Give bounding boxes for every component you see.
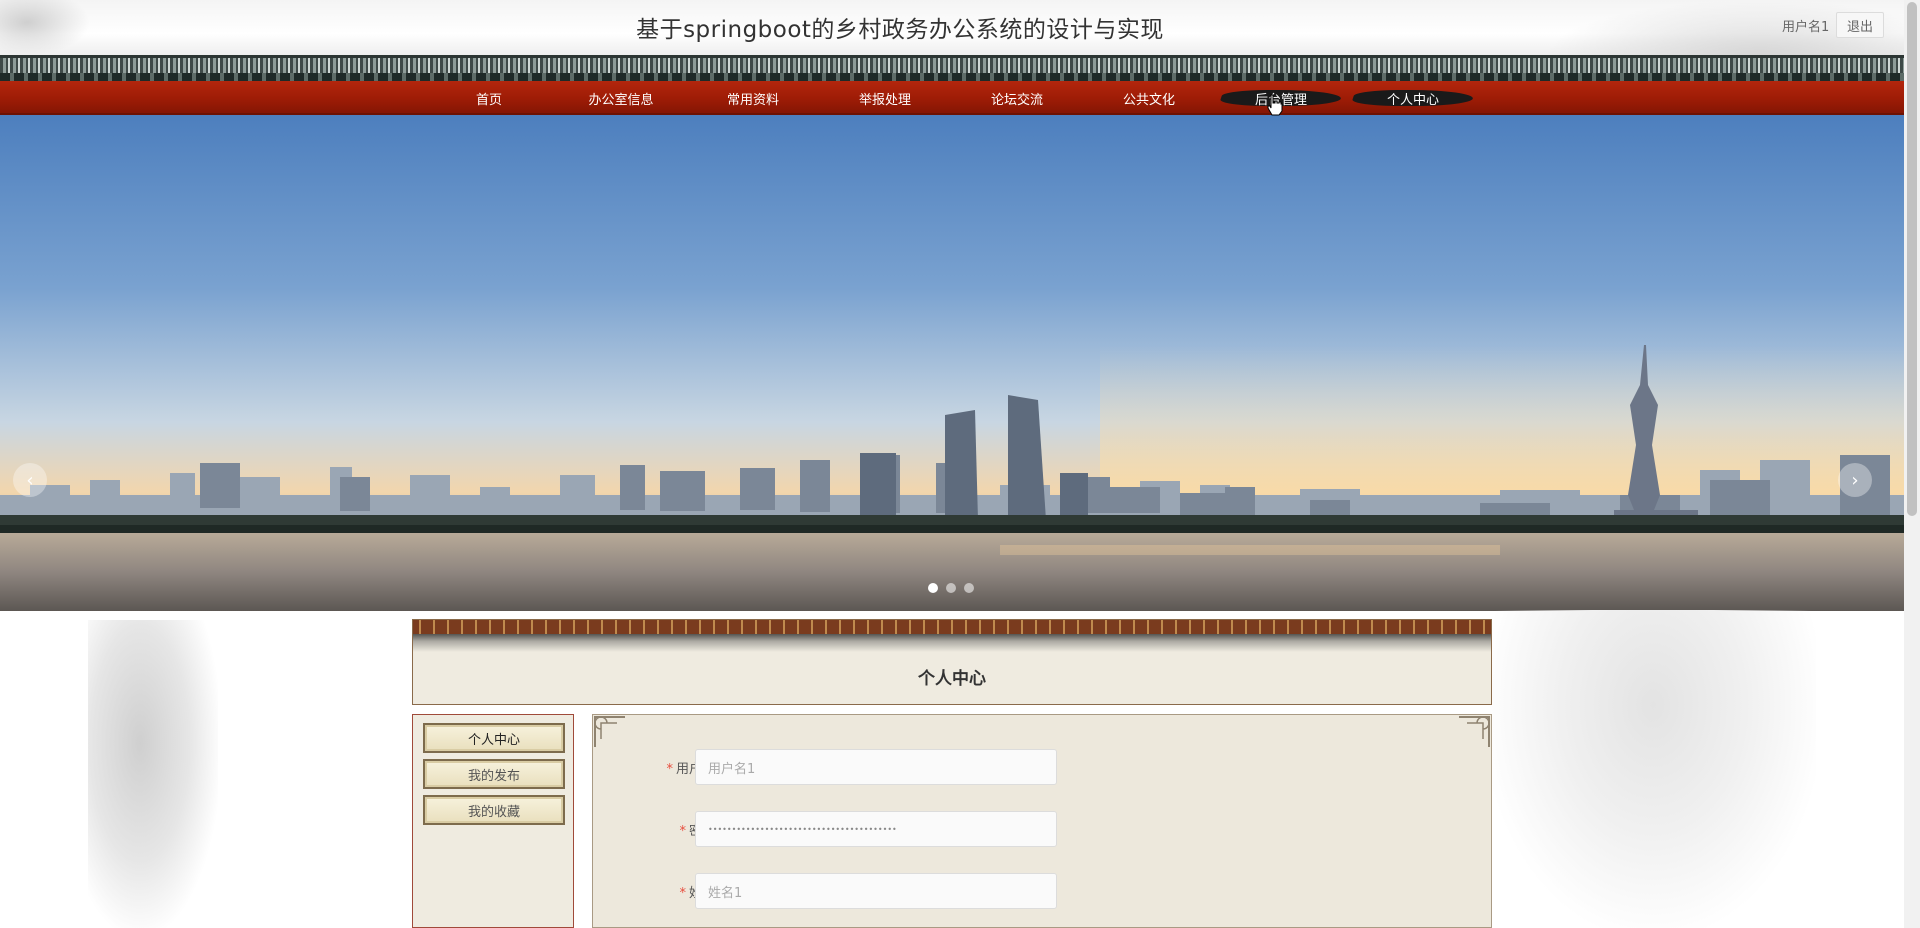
top-header: 基于springboot的乡村政务办公系统的设计与实现 用户名1 退出 bbox=[0, 0, 1904, 56]
personal-center-sidebar: 个人中心 我的发布 我的收藏 bbox=[412, 714, 574, 928]
nav-item-label: 论坛交流 bbox=[990, 92, 1043, 108]
city-skyline-image bbox=[0, 345, 1904, 611]
sidebar-item-personal-center[interactable]: 个人中心 bbox=[423, 723, 565, 753]
roof-tile-border bbox=[0, 55, 1904, 81]
ornamental-border bbox=[413, 620, 1491, 634]
username-row: *用户名 用户名1 bbox=[593, 749, 1093, 785]
carousel-next-button[interactable]: › bbox=[1838, 463, 1872, 497]
hero-carousel: ‹ › bbox=[0, 115, 1904, 611]
corner-ornament-icon bbox=[594, 716, 625, 747]
username-input[interactable]: 用户名1 bbox=[695, 749, 1057, 785]
nav-item-label: 举报处理 bbox=[858, 92, 911, 108]
ink-drip-decoration bbox=[413, 634, 1491, 652]
password-input[interactable]: •••••••••••••••••••••••••••••••••••••••• bbox=[695, 811, 1057, 847]
ink-painting-decoration bbox=[88, 620, 218, 928]
nav-item-office-info[interactable]: 办公室信息 bbox=[555, 81, 687, 115]
nav-item-label: 个人中心 bbox=[1386, 92, 1439, 108]
nav-item-label: 首页 bbox=[475, 92, 502, 108]
ink-painting-decoration bbox=[1490, 610, 1816, 928]
nav-item-public-culture[interactable]: 公共文化 bbox=[1083, 81, 1215, 115]
nav-item-label: 常用资料 bbox=[726, 92, 779, 108]
password-row: *密码 ••••••••••••••••••••••••••••••••••••… bbox=[593, 811, 1093, 847]
corner-ornament-icon bbox=[1459, 716, 1490, 747]
name-input[interactable]: 姓名1 bbox=[695, 873, 1057, 909]
nav-item-label: 办公室信息 bbox=[588, 92, 654, 108]
name-row: *姓名 姓名1 bbox=[593, 873, 1093, 909]
main-nav: 首页 办公室信息 常用资料 举报处理 论坛交流 公共文化 后台管理 个人中心 bbox=[0, 81, 1904, 115]
current-user-name: 用户名1 bbox=[1782, 20, 1830, 35]
nav-item-report-handling[interactable]: 举报处理 bbox=[819, 81, 951, 115]
sidebar-item-my-favorites[interactable]: 我的收藏 bbox=[423, 795, 565, 825]
page-scrollbar[interactable] bbox=[1904, 0, 1920, 928]
nav-item-label: 公共文化 bbox=[1122, 92, 1175, 108]
nav-item-home[interactable]: 首页 bbox=[423, 81, 555, 115]
hand-cursor-icon bbox=[1267, 94, 1283, 116]
section-header: 个人中心 bbox=[412, 619, 1492, 705]
nav-item-forum[interactable]: 论坛交流 bbox=[951, 81, 1083, 115]
logout-button[interactable]: 退出 bbox=[1836, 12, 1884, 38]
carousel-prev-button[interactable]: ‹ bbox=[13, 463, 47, 497]
profile-form-panel: *用户名 用户名1 *密码 ••••••••••••••••••••••••••… bbox=[592, 714, 1492, 928]
section-title: 个人中心 bbox=[918, 669, 986, 689]
site-title: 基于springboot的乡村政务办公系统的设计与实现 bbox=[636, 17, 1164, 43]
scrollbar-thumb[interactable] bbox=[1907, 2, 1917, 516]
carousel-indicators bbox=[928, 583, 974, 593]
required-mark: * bbox=[679, 886, 686, 901]
carousel-dot-3[interactable] bbox=[964, 583, 974, 593]
nav-item-personal-center[interactable]: 个人中心 bbox=[1347, 81, 1479, 115]
carousel-dot-2[interactable] bbox=[946, 583, 956, 593]
required-mark: * bbox=[679, 824, 686, 839]
sidebar-item-my-posts[interactable]: 我的发布 bbox=[423, 759, 565, 789]
required-mark: * bbox=[666, 762, 673, 777]
carousel-dot-1[interactable] bbox=[928, 583, 938, 593]
nav-item-common-materials[interactable]: 常用资料 bbox=[687, 81, 819, 115]
